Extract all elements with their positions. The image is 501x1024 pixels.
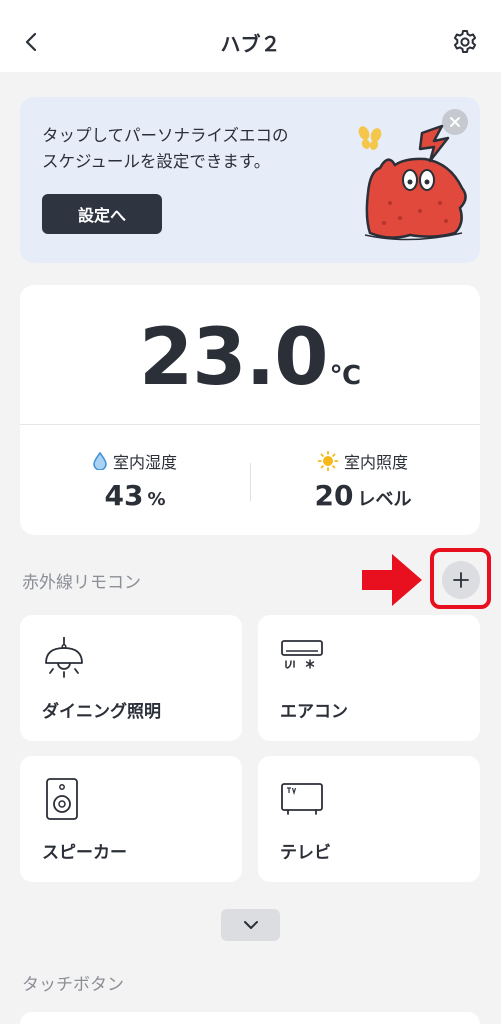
add-remote-button[interactable]	[442, 561, 480, 599]
divider	[250, 463, 251, 501]
go-to-settings-button[interactable]: 設定へ	[42, 194, 162, 234]
chevron-down-icon	[243, 921, 258, 929]
plus-icon	[453, 572, 469, 588]
device-label: エアコン	[280, 702, 348, 722]
gear-icon	[453, 30, 477, 53]
humidity-unit: %	[147, 489, 166, 510]
sensor-card[interactable]: 23.0℃ 室内湿度 43% 室内照度 20 レベル	[20, 285, 480, 535]
device-label: スピーカー	[42, 843, 127, 863]
sun-icon	[317, 451, 338, 471]
settings-button[interactable]	[449, 26, 481, 58]
device-label: ダイニング照明	[42, 702, 161, 722]
page-title: ハブ２	[220, 32, 281, 56]
ir-remote-section-title: 赤外線リモコン	[22, 573, 141, 593]
tv-icon	[281, 783, 323, 815]
illuminance-value: 20	[314, 479, 354, 512]
touch-buttons-section-title: タッチボタン	[22, 975, 124, 995]
humidity-metric: 室内湿度 43%	[35, 449, 235, 512]
humidity-label: 室内湿度	[112, 453, 177, 472]
device-label: テレビ	[280, 843, 331, 863]
illuminance-metric: 室内照度 20 レベル	[263, 449, 463, 512]
divider	[20, 424, 480, 425]
expand-button[interactable]	[221, 909, 280, 941]
device-tile-air-conditioner[interactable]: エアコン	[258, 615, 480, 741]
temperature-unit: ℃	[329, 361, 361, 391]
temperature-display: 23.0℃	[20, 313, 480, 403]
device-tile-dining-light[interactable]: ダイニング照明	[20, 615, 242, 741]
ceiling-lamp-icon	[45, 637, 83, 678]
top-bar: ハブ２	[0, 0, 501, 72]
water-drop-icon	[93, 452, 107, 470]
humidity-value: 43	[104, 479, 144, 512]
speaker-icon	[46, 778, 78, 820]
banner-text: タップしてパーソナライズエコの スケジュールを設定できます。	[42, 126, 289, 171]
eco-schedule-banner[interactable]: タップしてパーソナライズエコの スケジュールを設定できます。 設定へ	[20, 97, 480, 263]
illuminance-label: 室内照度	[343, 453, 408, 472]
device-tile-speaker[interactable]: スピーカー	[20, 756, 242, 882]
mascot-illustration	[358, 124, 467, 241]
temperature-value: 23.0	[139, 313, 328, 403]
device-tile-tv[interactable]: テレビ	[258, 756, 480, 882]
touch-button-card[interactable]	[20, 1012, 480, 1024]
arrow-right-icon	[362, 554, 422, 606]
illuminance-unit: レベル	[357, 489, 412, 510]
air-conditioner-icon	[281, 640, 323, 669]
